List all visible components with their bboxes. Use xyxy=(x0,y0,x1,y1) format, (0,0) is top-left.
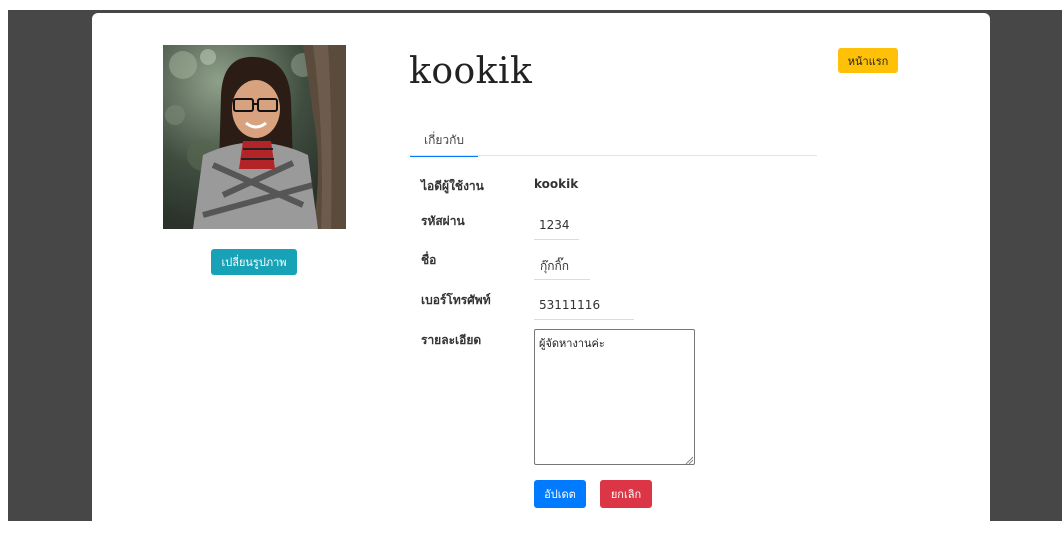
home-button[interactable]: หน้าแรก xyxy=(838,48,898,73)
tab-divider xyxy=(409,155,817,156)
user-id-value: kookik xyxy=(534,177,579,191)
name-field[interactable]: กุ๊กกิ๊ก xyxy=(540,257,569,276)
backdrop-left-strip xyxy=(0,10,8,521)
phone-field-underline xyxy=(534,319,634,320)
details-textarea[interactable]: ผู้จัดหางานค่ะ xyxy=(534,329,695,465)
profile-card: เปลี่ยนรูปภาพ kookik หน้าแรก เกี่ยวกับ ไ… xyxy=(92,13,990,533)
profile-photo xyxy=(163,45,346,229)
user-id-label: ไอดีผู้ใช้งาน xyxy=(421,179,484,193)
password-field-underline xyxy=(534,239,579,240)
details-label: รายละเอียด xyxy=(421,333,482,347)
backdrop-top-strip xyxy=(0,0,1062,10)
page-title: kookik xyxy=(409,51,533,92)
name-label: ชื่อ xyxy=(421,253,437,267)
phone-label: เบอร์โทรศัพท์ xyxy=(421,293,491,307)
update-button[interactable]: อัปเดต xyxy=(534,480,586,508)
cancel-button[interactable]: ยกเลิก xyxy=(600,480,652,508)
change-photo-button[interactable]: เปลี่ยนรูปภาพ xyxy=(211,249,297,275)
resize-handle-icon[interactable] xyxy=(685,456,693,464)
password-field[interactable]: 1234 xyxy=(539,218,570,232)
name-field-underline xyxy=(534,279,590,280)
password-label: รหัสผ่าน xyxy=(421,214,465,228)
phone-field[interactable]: 53111116 xyxy=(539,298,600,312)
tab-about[interactable]: เกี่ยวกับ xyxy=(410,131,478,157)
profile-photo-image xyxy=(163,45,346,229)
